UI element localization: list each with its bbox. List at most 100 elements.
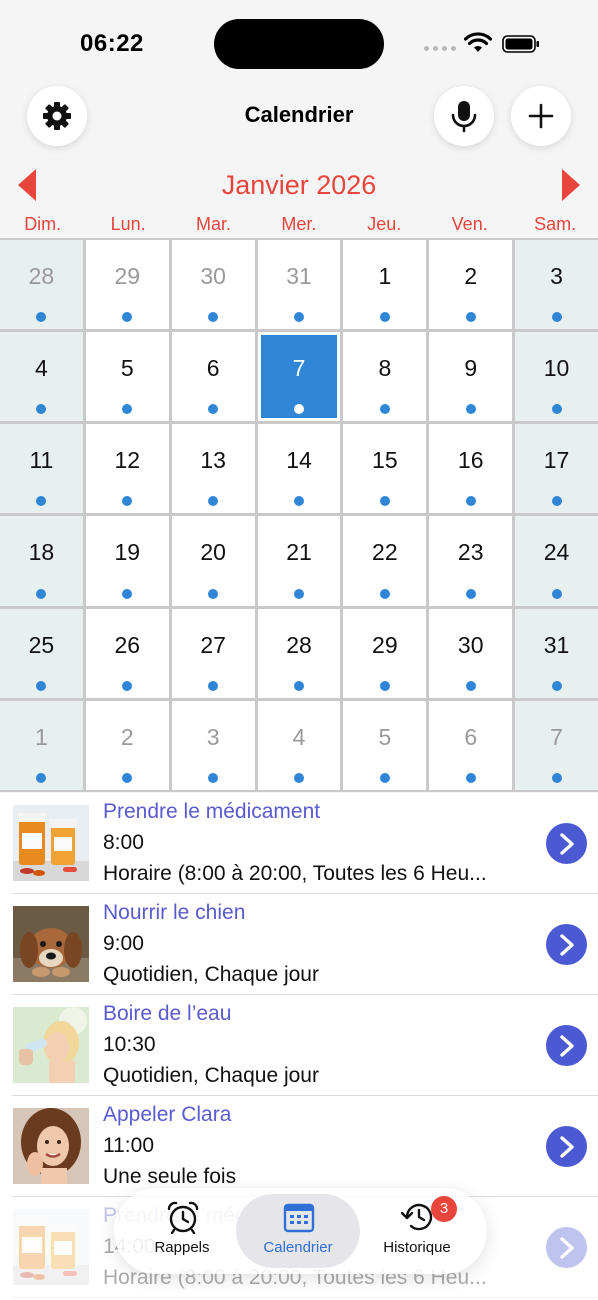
calendar-day[interactable]: 10 bbox=[515, 332, 598, 422]
calendar-day[interactable]: 16 bbox=[429, 424, 513, 514]
reminder-dot-icon bbox=[36, 496, 47, 507]
reminder-item[interactable]: Nourrir le chien 9:00 Quotidien, Chaque jo… bbox=[0, 894, 598, 995]
calendar-day[interactable]: 17 bbox=[515, 424, 598, 514]
day-number: 5 bbox=[120, 355, 134, 382]
day-number: 9 bbox=[464, 355, 478, 382]
calendar-day[interactable]: 21 bbox=[257, 516, 341, 606]
alarm-clock-icon bbox=[167, 1201, 199, 1234]
calendar-day[interactable]: 5 bbox=[343, 700, 427, 790]
calendar-day[interactable]: 5 bbox=[85, 332, 169, 422]
reminder-detail-button[interactable] bbox=[546, 1227, 587, 1268]
calendar-day[interactable]: 24 bbox=[515, 516, 598, 606]
calendar-day[interactable]: 9 bbox=[429, 332, 513, 422]
calendar-day[interactable]: 6 bbox=[171, 332, 255, 422]
tab-bar: Rappels Calendrier 3 Historique bbox=[114, 1188, 487, 1274]
day-number: 11 bbox=[29, 447, 54, 474]
calendar-day[interactable]: 27 bbox=[171, 608, 255, 698]
calendar-day[interactable]: 31 bbox=[515, 608, 598, 698]
calendar-day[interactable]: 3 bbox=[515, 240, 598, 330]
calendar-day[interactable]: 7 bbox=[515, 700, 598, 790]
reminder-detail-button[interactable] bbox=[546, 924, 587, 965]
reminder-dot-icon bbox=[122, 772, 133, 783]
calendar-day[interactable]: 26 bbox=[85, 608, 169, 698]
calendar-day[interactable]: 28 bbox=[257, 608, 341, 698]
calendar-day[interactable]: 20 bbox=[171, 516, 255, 606]
reminder-dot-icon bbox=[379, 588, 390, 599]
tab-calendrier[interactable]: Calendrier bbox=[236, 1188, 360, 1274]
reminder-detail-button[interactable] bbox=[546, 823, 587, 864]
tab-rappels[interactable]: Rappels bbox=[122, 1188, 242, 1274]
calendar-day[interactable]: 11 bbox=[0, 424, 83, 514]
day-number: 1 bbox=[378, 263, 392, 289]
tab-historique[interactable]: 3 Historique bbox=[357, 1188, 477, 1274]
calendar-day[interactable]: 13 bbox=[171, 424, 255, 514]
microphone-icon bbox=[451, 101, 477, 133]
reminder-item[interactable]: Boire de l’eau 10:30 Quotidien, Chaque jou… bbox=[0, 995, 598, 1096]
day-number: 31 bbox=[286, 263, 312, 289]
reminder-dot-icon bbox=[551, 312, 562, 323]
reminder-item[interactable]: Appeler Clara 11:00 Une seule fois bbox=[0, 1096, 598, 1197]
reminder-thumbnail bbox=[13, 1007, 89, 1083]
history-icon bbox=[401, 1203, 433, 1231]
microphone-button[interactable] bbox=[434, 86, 494, 146]
next-month-arrow-icon[interactable] bbox=[560, 168, 582, 202]
chevron-right-icon bbox=[559, 832, 574, 855]
reminder-dot-icon bbox=[379, 772, 390, 783]
calendar-day[interactable]: 30 bbox=[429, 608, 513, 698]
weekday-label: Dim. bbox=[24, 214, 62, 234]
day-number: 12 bbox=[114, 447, 141, 474]
calendar-day[interactable]: 3 bbox=[171, 700, 255, 790]
calendar-day[interactable]: 4 bbox=[0, 332, 83, 422]
weekday-header: Dim. Lun. Mar. Mer. Jeu. Ven. Sam. bbox=[0, 214, 598, 238]
reminder-dot-icon bbox=[465, 312, 476, 323]
day-number: 13 bbox=[200, 447, 226, 474]
calendar-day[interactable]: 1 bbox=[343, 240, 427, 330]
calendar-day[interactable]: 6 bbox=[429, 700, 513, 790]
reminder-time: 8:00 bbox=[103, 831, 144, 854]
reminder-dot-icon bbox=[465, 404, 476, 415]
calendar-day[interactable]: 18 bbox=[0, 516, 83, 606]
reminder-schedule: Quotidien, Chaque jour bbox=[103, 1064, 319, 1087]
reminder-dot-icon bbox=[293, 496, 304, 507]
calendar-day[interactable]: 2 bbox=[85, 700, 169, 790]
calendar-day-selected[interactable]: 7 bbox=[257, 332, 341, 422]
reminder-dot-icon bbox=[36, 680, 47, 691]
reminder-dot-icon bbox=[293, 588, 304, 599]
tab-label: Calendrier bbox=[263, 1239, 333, 1256]
reminder-dot-icon bbox=[122, 588, 133, 599]
add-reminder-button[interactable] bbox=[511, 86, 571, 146]
reminder-dot-icon bbox=[551, 404, 562, 415]
calendar-day[interactable]: 22 bbox=[343, 516, 427, 606]
calendar-day[interactable]: 31 bbox=[257, 240, 341, 330]
reminder-detail-button[interactable] bbox=[546, 1126, 587, 1167]
reminder-detail-button[interactable] bbox=[546, 1025, 587, 1066]
calendar-day[interactable]: 29 bbox=[85, 240, 169, 330]
calendar-day[interactable]: 19 bbox=[85, 516, 169, 606]
calendar-day[interactable]: 30 bbox=[171, 240, 255, 330]
day-number: 16 bbox=[457, 447, 484, 474]
day-number: 27 bbox=[200, 631, 226, 658]
day-number: 17 bbox=[543, 447, 570, 474]
calendar-day[interactable]: 15 bbox=[343, 424, 427, 514]
calendar-day[interactable]: 29 bbox=[343, 608, 427, 698]
day-number: 6 bbox=[464, 723, 478, 750]
weekday-label: Sam. bbox=[534, 214, 577, 234]
weekday-label: Lun. bbox=[110, 214, 146, 234]
calendar-day[interactable]: 12 bbox=[85, 424, 169, 514]
calendar-day[interactable]: 25 bbox=[0, 608, 83, 698]
reminder-time: 9:00 bbox=[103, 932, 144, 955]
calendar-day[interactable]: 23 bbox=[429, 516, 513, 606]
calendar-day[interactable]: 1 bbox=[0, 700, 83, 790]
day-number: 6 bbox=[206, 355, 220, 382]
calendar-day[interactable]: 8 bbox=[343, 332, 427, 422]
status-bar: 06:22 bbox=[0, 0, 598, 84]
reminder-item[interactable]: Prendre le médicament 8:00 Horaire (8:00 à… bbox=[0, 793, 598, 894]
calendar-day[interactable]: 2 bbox=[429, 240, 513, 330]
calendar-day[interactable]: 28 bbox=[0, 240, 83, 330]
reminder-dot-icon bbox=[208, 680, 219, 691]
reminder-dot-icon bbox=[293, 680, 304, 691]
day-number: 7 bbox=[292, 355, 306, 382]
day-number: 19 bbox=[114, 539, 141, 566]
calendar-day[interactable]: 4 bbox=[257, 700, 341, 790]
calendar-day[interactable]: 14 bbox=[257, 424, 341, 514]
